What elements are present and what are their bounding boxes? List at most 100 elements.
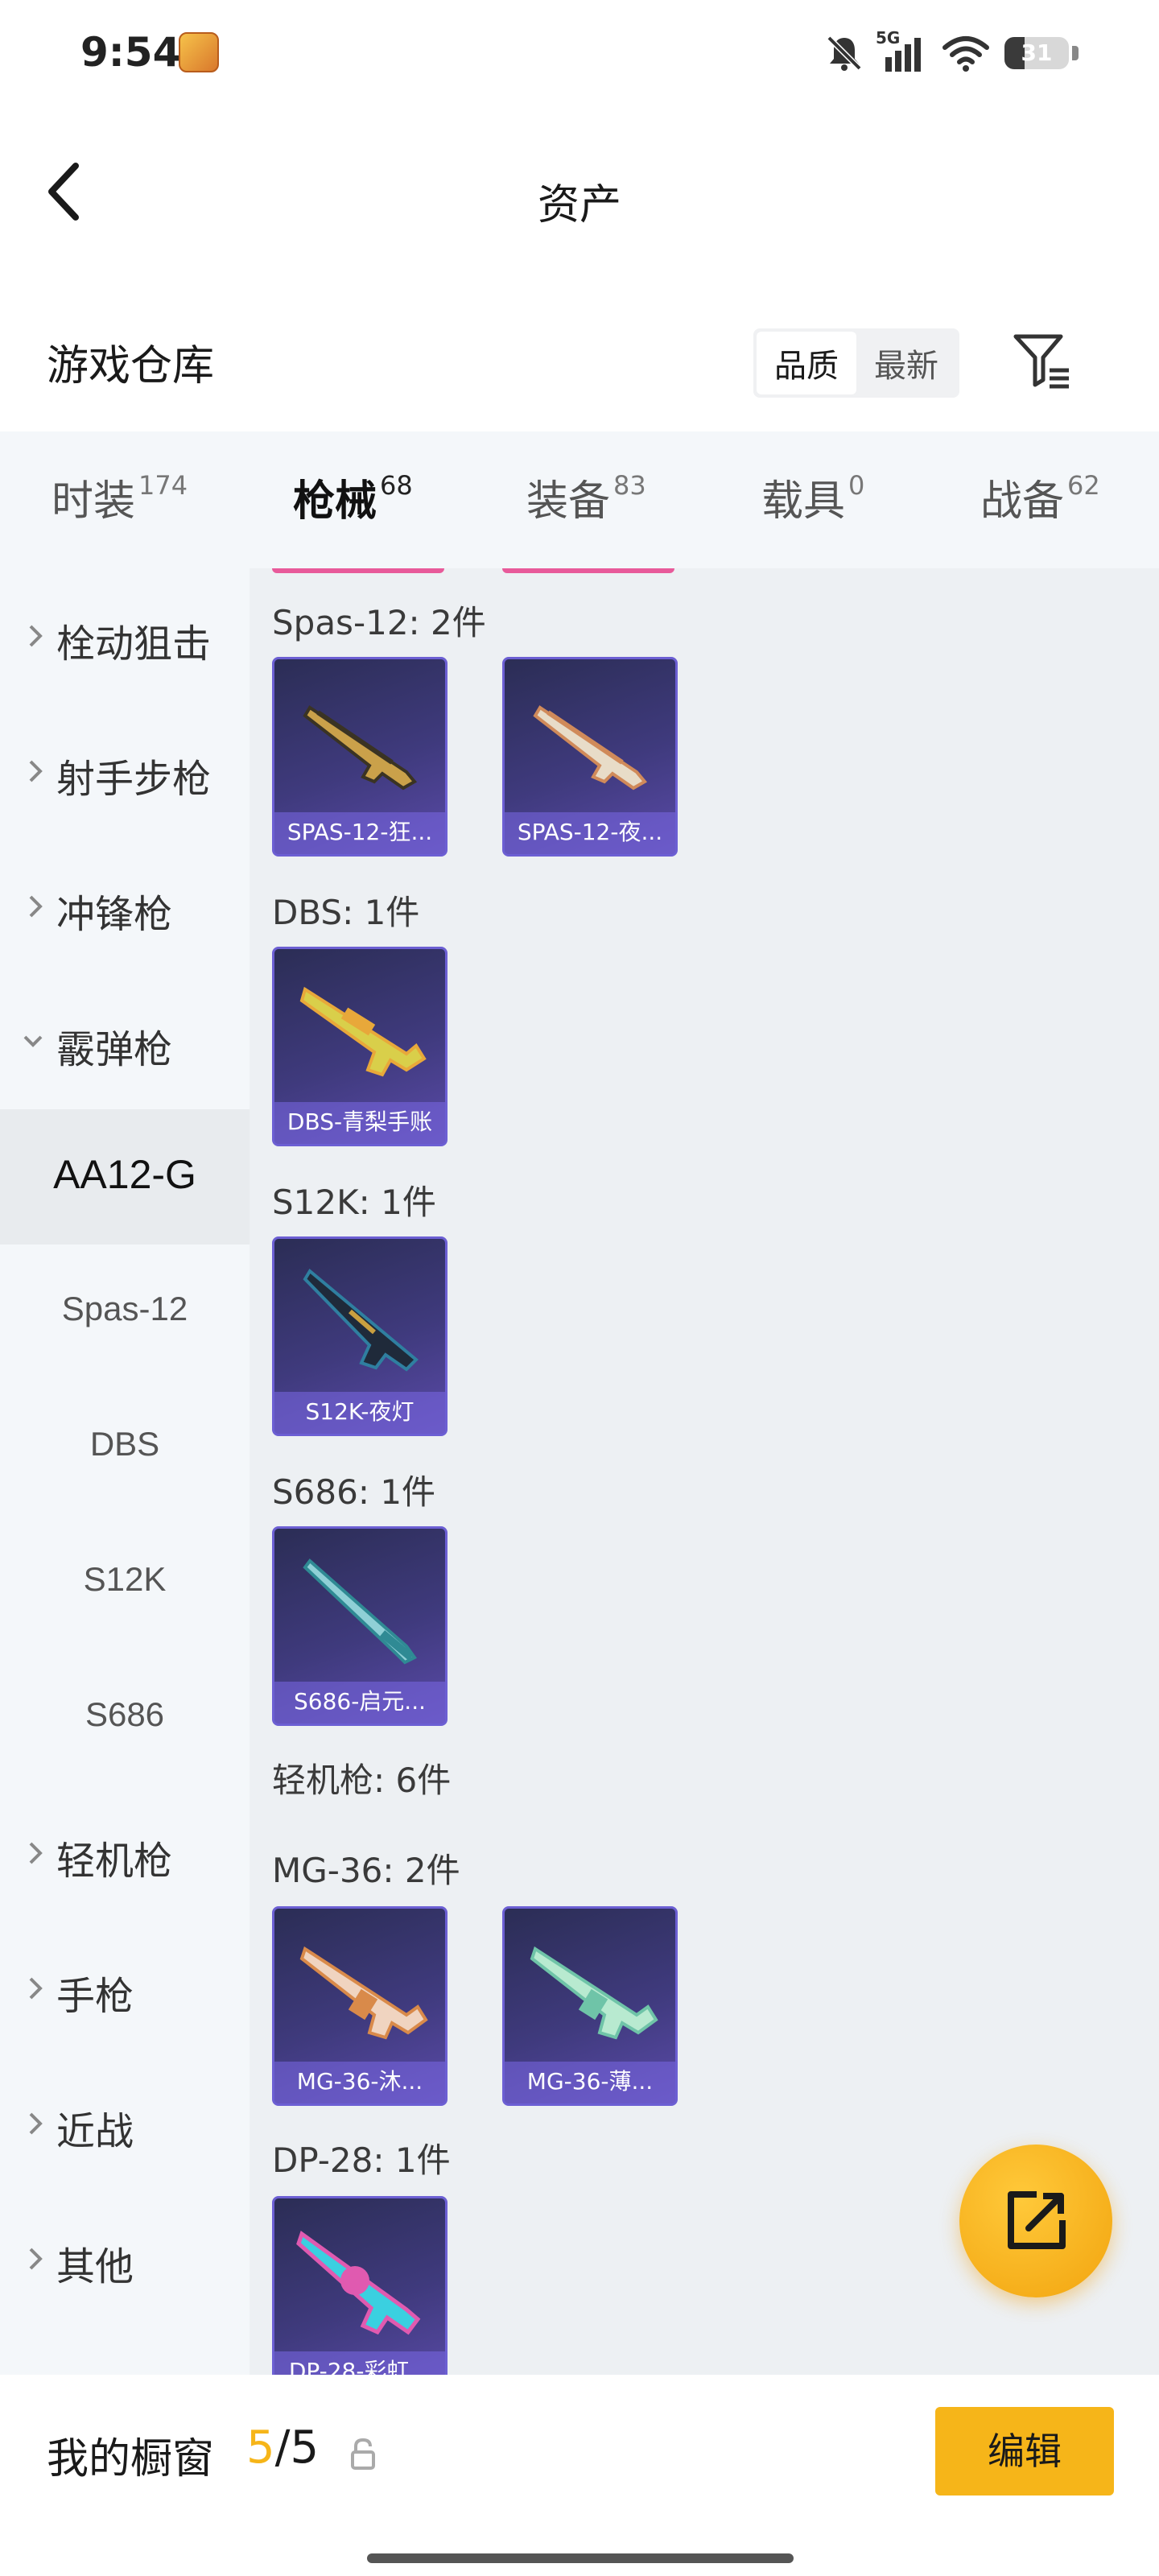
tab-label: 载具 <box>761 477 846 526</box>
weapon-card-name: MG-36-薄... <box>505 2062 675 2103</box>
weapon-card-name: DP-28-彩虹... <box>274 2351 445 2375</box>
sidebar-item-label: 霰弹枪 <box>56 1027 173 1072</box>
tab-firearms[interactable]: 枪械 68 <box>293 467 413 576</box>
sort-by-quality[interactable]: 品质 <box>757 332 856 394</box>
filter-icon[interactable] <box>1011 330 1072 391</box>
lmg-image <box>296 2230 421 2335</box>
weapon-card[interactable]: DBS-青梨手账 <box>272 947 448 1146</box>
sidebar-item-label: 冲锋枪 <box>56 892 173 937</box>
sidebar-sub-dbs[interactable]: DBS <box>0 1380 250 1515</box>
sidebar-item-smg[interactable]: 冲锋枪 <box>0 839 250 974</box>
lmg-image <box>530 1946 658 2040</box>
sidebar-sub-spas-12[interactable]: Spas-12 <box>0 1245 250 1380</box>
shotgun-image <box>303 1558 417 1665</box>
showcase-label: 我的橱窗 <box>47 2435 215 2483</box>
sidebar-item-marksman-rifle[interactable]: 射手步枪 <box>0 704 250 839</box>
sidebar-sub-s12k[interactable]: S12K <box>0 1515 250 1650</box>
category-title: 轻机枪: 6件 <box>272 1761 452 1800</box>
shotgun-image <box>303 1268 419 1372</box>
status-time: 9:54 <box>80 29 181 76</box>
sidebar-sub-label: DBS <box>89 1425 160 1463</box>
chevron-right-icon <box>29 2248 43 2270</box>
weapon-card-name: MG-36-沐... <box>274 2062 445 2103</box>
sidebar-item-label: 其他 <box>56 2244 134 2289</box>
sidebar-item-melee[interactable]: 近战 <box>0 2056 250 2191</box>
sidebar-item-label: 射手步枪 <box>56 757 212 802</box>
warehouse-title: 游戏仓库 <box>47 342 215 390</box>
chevron-down-icon <box>23 1035 43 1047</box>
group-title: S686: 1件 <box>272 1472 436 1512</box>
header: 资产 <box>0 121 1159 258</box>
sort-by-newest[interactable]: 最新 <box>856 332 956 394</box>
group-title: DBS: 1件 <box>272 893 420 932</box>
group-title: MG-36: 2件 <box>272 1851 460 1890</box>
showcase-count: 5/5 <box>246 2421 319 2474</box>
group-title: S12K: 1件 <box>272 1183 436 1222</box>
weapon-card[interactable]: SPAS-12-夜... <box>502 657 678 857</box>
battery-cap <box>1072 46 1079 60</box>
tab-count: 174 <box>138 470 188 501</box>
category-sidebar: 栓动狙击 射手步枪 冲锋枪 霰弹枪 AA12-G Spas-12 DBS S12… <box>0 568 250 2375</box>
home-indicator[interactable] <box>367 2553 794 2563</box>
battery-level: 31 <box>1021 39 1053 66</box>
shotgun-image <box>303 705 418 791</box>
chevron-right-icon <box>29 2112 43 2135</box>
sidebar-item-pistol[interactable]: 手枪 <box>0 1921 250 2056</box>
sidebar-sub-label: S686 <box>85 1695 165 1733</box>
app-notification-icon <box>179 32 219 72</box>
tab-battle-supplies[interactable]: 战备 62 <box>980 467 1100 555</box>
page-title: 资产 <box>537 181 621 229</box>
sidebar-item-label: 近战 <box>56 2109 134 2154</box>
sidebar-item-other[interactable]: 其他 <box>0 2191 250 2326</box>
cellular-signal: 5G <box>876 28 927 73</box>
share-button[interactable] <box>959 2145 1112 2297</box>
tab-fashion[interactable]: 时装 174 <box>52 467 188 555</box>
chevron-right-icon <box>29 760 43 782</box>
tab-count: 68 <box>380 470 413 501</box>
weapon-card-name: SPAS-12-夜... <box>505 812 675 854</box>
sort-toggle: 品质 最新 <box>753 328 959 398</box>
weapon-card[interactable]: SPAS-12-狂... <box>272 657 448 857</box>
weapon-card[interactable]: S686-启元... <box>272 1526 448 1726</box>
battery-icon: 31 <box>1004 37 1069 69</box>
sidebar-item-bolt-action-sniper[interactable]: 栓动狙击 <box>0 568 250 704</box>
bell-off-icon <box>827 35 862 71</box>
tab-label: 战备 <box>980 477 1065 526</box>
weapon-card[interactable]: MG-36-薄... <box>502 1906 678 2106</box>
tab-count: 83 <box>613 470 646 501</box>
sidebar-item-label: 轻机枪 <box>56 1839 173 1884</box>
tab-count: 0 <box>848 470 865 501</box>
lock-icon <box>351 2438 375 2470</box>
sidebar-sub-s686[interactable]: S686 <box>0 1650 250 1785</box>
group-title: Spas-12: 2件 <box>272 603 486 642</box>
status-icons: 5G 31 <box>824 28 1079 77</box>
sidebar-item-shotgun[interactable]: 霰弹枪 <box>0 974 250 1109</box>
showcase-bar: 我的橱窗 5/5 编辑 <box>0 2375 1159 2576</box>
sidebar-sub-label: AA12-G <box>53 1152 196 1197</box>
sidebar-item-lmg[interactable]: 轻机枪 <box>0 1785 250 1921</box>
shotgun-image <box>533 705 648 791</box>
category-tabs: 时装 174 枪械 68 装备 83 载具 0 战备 62 <box>0 431 1159 576</box>
weapon-card-name: SPAS-12-狂... <box>274 812 445 854</box>
sidebar-sub-aa12-g[interactable]: AA12-G <box>0 1109 250 1245</box>
chevron-right-icon <box>29 1842 43 1864</box>
sidebar-item-label: 手枪 <box>56 1974 134 2019</box>
weapon-card[interactable]: MG-36-沐... <box>272 1906 448 2106</box>
chevron-right-icon <box>29 625 43 647</box>
tab-label: 装备 <box>526 477 611 526</box>
signal-icon <box>885 38 921 72</box>
sidebar-sub-label: Spas-12 <box>61 1290 188 1327</box>
chevron-right-icon <box>29 895 43 918</box>
weapon-card[interactable]: DP-28-彩虹... <box>272 2196 448 2375</box>
tab-label: 时装 <box>52 477 136 526</box>
lmg-image <box>299 1946 428 2040</box>
weapon-card-name: S12K-夜灯 <box>274 1392 445 1434</box>
edit-button[interactable]: 编辑 <box>935 2407 1114 2496</box>
shotgun-image <box>299 986 427 1077</box>
weapon-card[interactable]: S12K-夜灯 <box>272 1236 448 1436</box>
sidebar-item-label: 栓动狙击 <box>56 621 212 667</box>
weapon-card-name: S686-启元... <box>274 1682 445 1724</box>
tab-vehicles[interactable]: 载具 0 <box>761 467 864 555</box>
group-title: DP-28: 1件 <box>272 2140 451 2180</box>
tab-equipment[interactable]: 装备 83 <box>526 467 646 555</box>
